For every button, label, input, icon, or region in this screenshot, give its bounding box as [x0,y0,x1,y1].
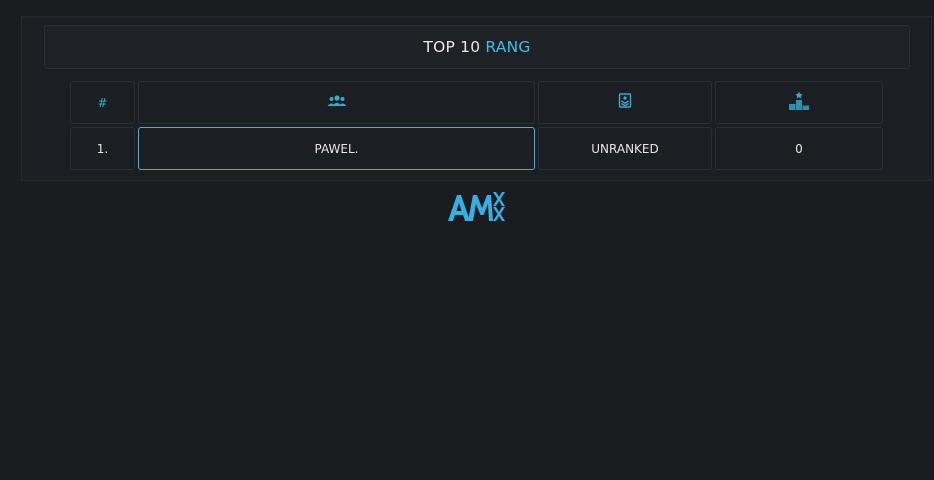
title-accent: RANG [485,38,531,56]
table-row-player-name[interactable]: PAWEL. [138,127,535,170]
column-header-players[interactable] [138,81,535,124]
column-header-position[interactable]: # [70,81,135,124]
page-title: TOP 10 RANG [44,25,910,69]
players-icon [327,95,347,110]
amx-logo-icon [446,190,508,224]
table-row-points: 0 [715,127,883,170]
ranking-panel: TOP 10 RANG # 1. PAWEL. UNRANKED 0 [21,16,932,181]
rank-badge-icon [618,93,632,112]
position-header-label: # [97,95,108,110]
table-row-rank: UNRANKED [538,127,712,170]
podium-icon [788,91,810,114]
column-header-points[interactable] [715,81,883,124]
column-header-rank[interactable] [538,81,712,124]
title-prefix: TOP 10 [423,38,481,56]
table-row-position: 1. [70,127,135,170]
